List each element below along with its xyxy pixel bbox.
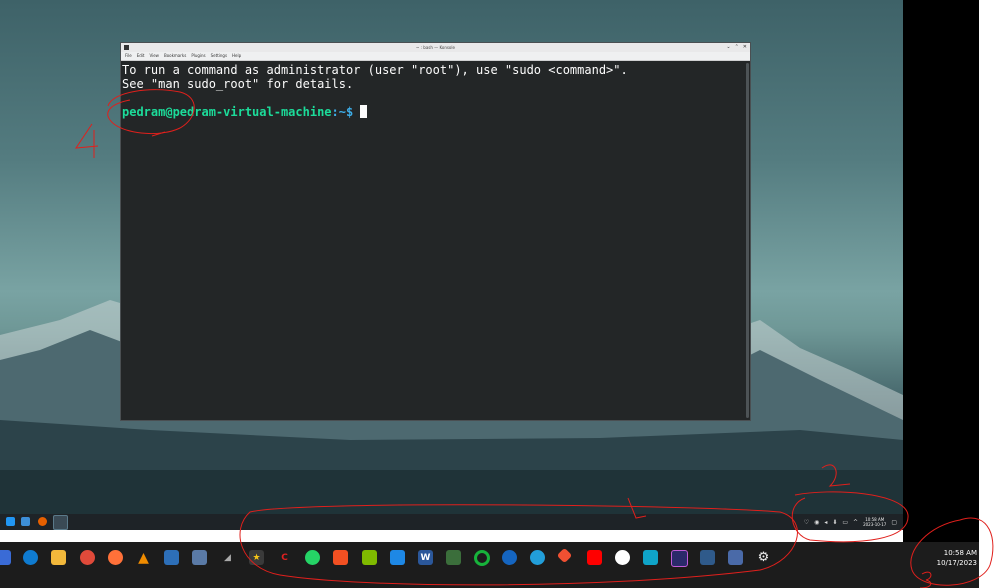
vm-clock[interactable]: 10:58 AM 2023-10-17: [863, 517, 886, 527]
window-title: ~ : bash — Konsole: [416, 45, 455, 50]
terminal-line-2: See "man sudo_root" for details.: [122, 77, 354, 91]
vm-taskbar: ♡ ◉ ◂ ⬇ ▭ ^ 10:58 AM 2023-10-17 ▢: [0, 514, 903, 530]
firefox-icon[interactable]: [108, 550, 123, 565]
blue-app-icon[interactable]: [643, 550, 658, 565]
info-app-icon[interactable]: [502, 550, 517, 565]
vm-desktop: ~ : bash — Konsole ⌄ ⌃ ✕ File Edit View …: [0, 0, 903, 530]
vlc-icon[interactable]: ▲: [136, 550, 151, 566]
vm-tray-expand-icon[interactable]: ^: [853, 519, 858, 526]
c-app-icon[interactable]: C: [277, 550, 292, 565]
vm-system-tray: ♡ ◉ ◂ ⬇ ▭ ^ 10:58 AM 2023-10-17 ▢: [804, 516, 897, 528]
prompt-user-host: pedram@pedram-virtual-machine: [122, 105, 332, 119]
chrome-icon[interactable]: [80, 550, 95, 565]
translator-icon[interactable]: [390, 550, 405, 565]
vm-firefox-icon[interactable]: [38, 517, 47, 526]
vm-show-desktop-icon[interactable]: ▢: [891, 519, 897, 526]
menu-view[interactable]: View: [149, 52, 159, 60]
whatsapp-icon[interactable]: [305, 550, 320, 565]
prompt-path: :~$: [331, 105, 354, 119]
vm-app-launcher-icon[interactable]: [6, 517, 15, 526]
jetbrains-icon[interactable]: [671, 550, 688, 567]
settings-gear-icon[interactable]: ⚙: [756, 550, 771, 565]
terminal-cursor: [360, 105, 368, 118]
youtube-icon[interactable]: [587, 550, 602, 565]
vm-tray-update-icon[interactable]: ⬇: [832, 519, 837, 526]
vm-file-manager-icon[interactable]: [21, 517, 30, 526]
menu-settings[interactable]: Settings: [211, 52, 227, 60]
terminal-line-1: To run a command as administrator (user …: [122, 63, 628, 77]
terminal-output[interactable]: To run a command as administrator (user …: [121, 61, 744, 420]
edge-icon[interactable]: [23, 550, 38, 565]
star-app-icon[interactable]: ★: [249, 550, 264, 565]
white-circle-app-icon[interactable]: [615, 550, 630, 565]
postgres-icon[interactable]: [728, 550, 743, 565]
vm-konsole-task-icon[interactable]: [53, 515, 68, 530]
git-icon[interactable]: [556, 547, 573, 564]
notepad-icon[interactable]: [446, 550, 461, 565]
map-app-icon[interactable]: [700, 550, 715, 565]
konsole-window[interactable]: ~ : bash — Konsole ⌄ ⌃ ✕ File Edit View …: [120, 42, 751, 421]
gap-strip: [0, 530, 903, 542]
file-explorer-icon[interactable]: [51, 550, 66, 565]
save-app-icon[interactable]: [192, 550, 207, 565]
terminal-scrollbar[interactable]: [746, 63, 749, 418]
microsoft-store-icon[interactable]: [333, 550, 348, 565]
menu-edit[interactable]: Edit: [137, 52, 145, 60]
vm-tray-volume-icon[interactable]: ◂: [824, 519, 827, 526]
host-start-icon[interactable]: [0, 550, 11, 565]
word-icon[interactable]: W: [418, 550, 433, 565]
minimize-button[interactable]: ⌄: [726, 44, 730, 50]
circle-app-icon[interactable]: [474, 550, 490, 566]
vm-tray-clipboard-icon[interactable]: ♡: [804, 519, 809, 526]
menu-bar: File Edit View Bookmarks Plugins Setting…: [121, 52, 750, 61]
network-app-icon[interactable]: [164, 550, 179, 565]
menu-bookmarks[interactable]: Bookmarks: [164, 52, 186, 60]
maximize-button[interactable]: ⌃: [735, 44, 739, 50]
telegram-icon[interactable]: [530, 550, 545, 565]
vm-tray-network-icon[interactable]: ◉: [814, 519, 819, 526]
window-titlebar[interactable]: ~ : bash — Konsole ⌄ ⌃ ✕: [121, 43, 750, 52]
host-taskbar: ▲ ◢ ★ C W ⚙ 10:58 AM 10/17/2023: [0, 542, 979, 588]
vm-tray-display-icon[interactable]: ▭: [842, 519, 848, 526]
right-margin: [979, 0, 995, 588]
host-clock[interactable]: 10:58 AM 10/17/2023: [937, 548, 977, 568]
inkscape-icon[interactable]: ◢: [220, 550, 235, 565]
black-margin: [903, 0, 979, 588]
tiles-app-icon[interactable]: [362, 550, 377, 565]
menu-plugins[interactable]: Plugins: [191, 52, 205, 60]
close-button[interactable]: ✕: [743, 44, 747, 50]
menu-help[interactable]: Help: [232, 52, 241, 60]
menu-file[interactable]: File: [125, 52, 132, 60]
terminal-prompt-line: pedram@pedram-virtual-machine:~$: [122, 105, 743, 119]
